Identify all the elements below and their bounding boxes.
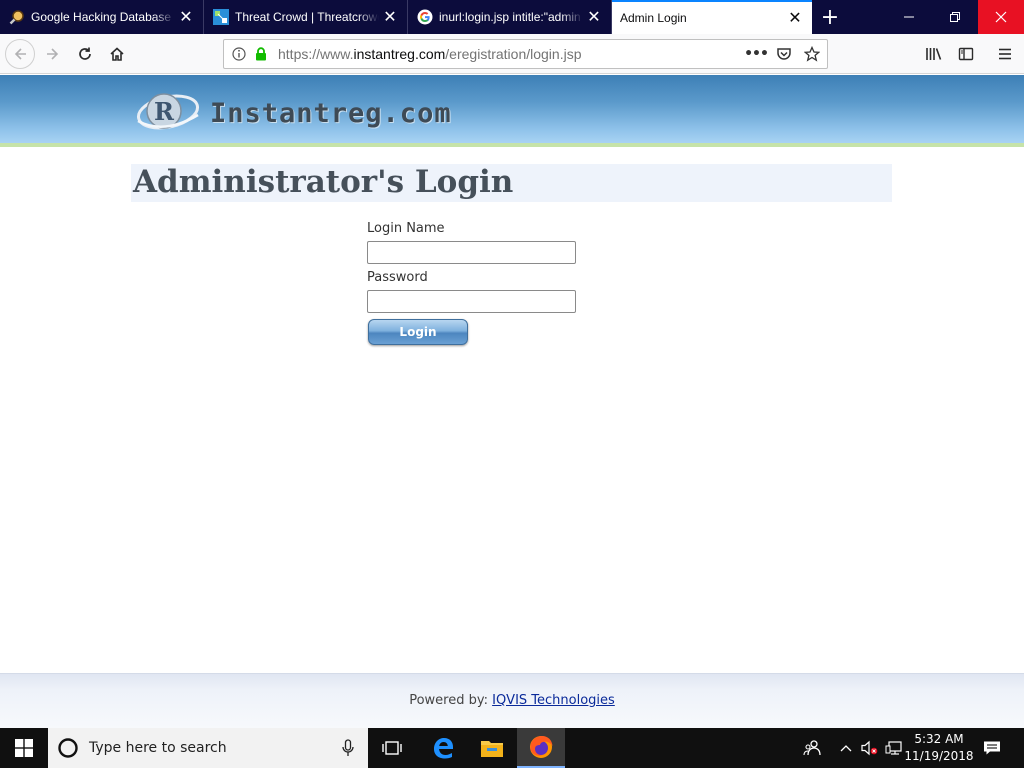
url-host: instantreg.com [353, 46, 446, 62]
url-scheme: https://www. [278, 46, 354, 62]
web-page: R Instantreg.com Administrator's Login L… [0, 75, 1024, 728]
login-form: Login Name Password Login [367, 221, 587, 345]
clock-time: 5:32 AM [914, 732, 964, 746]
close-tab-icon[interactable]: ✕ [379, 6, 401, 28]
microphone-icon[interactable] [342, 739, 354, 757]
info-icon[interactable] [228, 43, 250, 65]
tab-title: Admin Login [620, 11, 687, 25]
back-arrow-icon[interactable] [5, 39, 35, 69]
forward-arrow-icon[interactable] [38, 39, 68, 69]
google-favicon-icon [417, 9, 433, 25]
hamburger-menu-icon[interactable] [990, 39, 1020, 69]
tab-title: Google Hacking Database ( [31, 10, 175, 24]
password-input[interactable] [367, 290, 576, 313]
sidebar-toggle-icon[interactable] [951, 39, 981, 69]
page-footer: Powered by: IQVIS Technologies [0, 673, 1024, 728]
library-icon[interactable] [919, 39, 949, 69]
new-tab-plus-icon[interactable]: + [815, 2, 845, 32]
volume-muted-icon[interactable] [858, 728, 880, 768]
tab-title: inurl:login.jsp intitle:"admin [439, 10, 581, 24]
magnifier-favicon-icon [9, 9, 25, 25]
windows-taskbar: Type here to search 5:32 AM 11/19/2018 [0, 728, 1024, 768]
address-bar[interactable]: https://www.instantreg.com/eregistration… [223, 39, 828, 69]
logo-letter: R [154, 97, 175, 126]
tab-threat-crowd[interactable]: Threat Crowd | Threatcrowd ✕ [204, 0, 408, 34]
tab-admin-login[interactable]: Admin Login ✕ [612, 0, 812, 34]
close-window-icon[interactable] [978, 0, 1024, 34]
action-center-notifications-icon[interactable] [980, 728, 1004, 768]
minimize-icon[interactable] [886, 0, 932, 34]
site-logo[interactable]: R Instantreg.com [134, 87, 452, 139]
footer-company-link[interactable]: IQVIS Technologies [492, 693, 615, 708]
firefox-icon[interactable] [517, 728, 565, 768]
reload-icon[interactable] [70, 39, 100, 69]
windows-start-icon[interactable] [0, 728, 48, 768]
tab-title: Threat Crowd | Threatcrowd [235, 10, 379, 24]
system-clock[interactable]: 5:32 AM 11/19/2018 [900, 731, 978, 765]
bookmark-star-icon[interactable] [801, 43, 823, 65]
site-header-banner: R Instantreg.com [0, 75, 1024, 147]
url-path: /eregistration/login.jsp [445, 46, 582, 62]
taskbar-search-placeholder: Type here to search [89, 740, 227, 756]
pocket-icon[interactable] [773, 43, 795, 65]
close-tab-icon[interactable]: ✕ [175, 6, 197, 28]
page-actions-ellipsis-icon[interactable]: ••• [744, 43, 769, 65]
footer-prefix: Powered by: [409, 693, 493, 708]
tab-strip: Google Hacking Database ( ✕ Threat Crowd… [0, 0, 1024, 34]
cortana-circle-icon [57, 737, 79, 759]
login-name-label: Login Name [367, 221, 445, 236]
home-icon[interactable] [102, 39, 132, 69]
logo-text: Instantreg.com [210, 97, 452, 129]
clock-date: 11/19/2018 [904, 749, 974, 763]
task-view-icon[interactable] [368, 728, 416, 768]
secure-lock-icon[interactable] [250, 43, 272, 65]
url-text[interactable]: https://www.instantreg.com/eregistration… [278, 46, 745, 62]
tab-google-hacking-database[interactable]: Google Hacking Database ( ✕ [0, 0, 204, 34]
taskbar-search-box[interactable]: Type here to search [48, 728, 368, 768]
file-explorer-icon[interactable] [468, 728, 516, 768]
close-tab-icon[interactable]: ✕ [583, 6, 605, 28]
password-label: Password [367, 270, 428, 285]
restore-icon[interactable] [932, 0, 978, 34]
close-tab-icon[interactable]: ✕ [784, 7, 806, 29]
footer-text: Powered by: IQVIS Technologies [0, 693, 1024, 708]
login-name-input[interactable] [367, 241, 576, 264]
show-hidden-icons-chevron-icon[interactable] [836, 728, 856, 768]
edge-browser-icon[interactable] [419, 728, 467, 768]
title-bar: Administrator's Login [131, 164, 892, 202]
page-title: Administrator's Login [133, 164, 514, 200]
people-icon[interactable] [799, 728, 825, 768]
threatcrowd-favicon-icon [213, 9, 229, 25]
logo-r-emblem-icon: R [134, 85, 204, 141]
navigation-toolbar: https://www.instantreg.com/eregistration… [0, 34, 1024, 74]
tab-google-search[interactable]: inurl:login.jsp intitle:"admin ✕ [408, 0, 612, 34]
login-button[interactable]: Login [368, 319, 468, 345]
